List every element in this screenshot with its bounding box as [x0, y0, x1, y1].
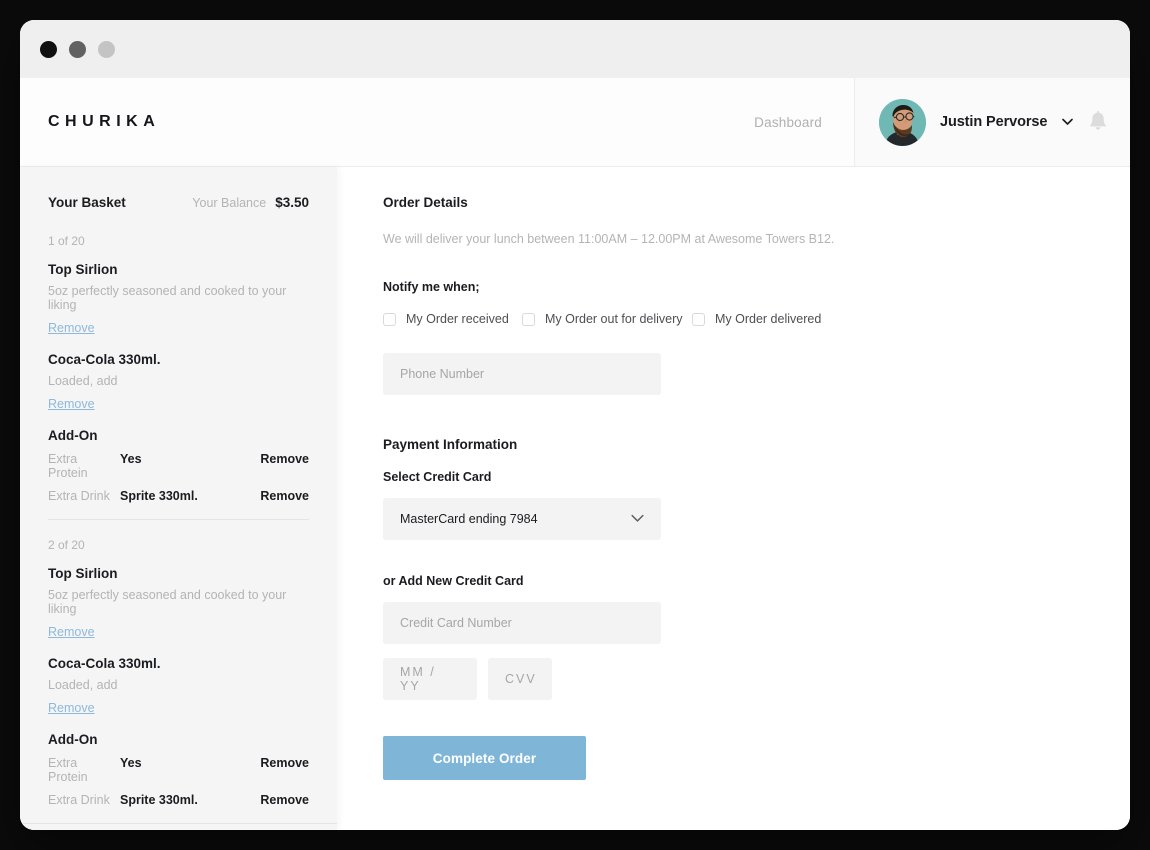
addon-key: Extra Drink	[48, 489, 110, 503]
basket-group: 2 of 20 Top Sirlion 5oz perfectly season…	[48, 538, 309, 807]
browser-window: CHURIKA Dashboard Justin Pervorse Your B…	[20, 20, 1130, 830]
add-new-card-label: or Add New Credit Card	[383, 574, 524, 588]
page-content: Your Basket Your Balance $3.50 1 of 20 T…	[20, 167, 1130, 830]
close-window-button[interactable]	[40, 40, 57, 58]
basket-item: Top Sirlion 5oz perfectly seasoned and c…	[48, 262, 309, 352]
expiry-date-input[interactable]: MM / YY	[383, 658, 477, 700]
avatar-photo-icon	[879, 98, 926, 146]
basket-title: Your Basket	[48, 195, 126, 210]
item-name: Top Sirlion	[48, 566, 118, 581]
delivery-note: We will deliver your lunch between 11:00…	[383, 232, 835, 246]
addon-key: Extra Protein	[48, 452, 88, 480]
addon-key: Extra Protein	[48, 756, 88, 784]
checkbox-order-received[interactable]: My Order received	[383, 312, 522, 326]
group-index-label: 1 of 20	[48, 234, 85, 248]
checkbox-order-out-for-delivery[interactable]: My Order out for delivery	[522, 312, 692, 326]
order-details-panel: Order Details We will deliver your lunch…	[337, 167, 1130, 830]
addon-title: Add-On	[48, 732, 98, 747]
app-header: CHURIKA Dashboard Justin Pervorse	[20, 78, 1130, 167]
minimize-window-button[interactable]	[69, 40, 86, 58]
item-description: 5oz perfectly seasoned and cooked to you…	[48, 284, 287, 312]
remove-item-link[interactable]: Remove	[48, 397, 95, 411]
brand-logo[interactable]: CHURIKA	[48, 113, 160, 131]
addon-value: Yes	[120, 756, 142, 770]
notify-label: Notify me when;	[383, 280, 480, 294]
phone-number-input[interactable]: Phone Number	[383, 353, 661, 395]
card-extra-fields: MM / YY CVV	[383, 658, 1130, 700]
checkbox-box-icon[interactable]	[383, 312, 396, 326]
cvv-input[interactable]: CVV	[488, 658, 552, 700]
group-index-label: 2 of 20	[48, 538, 85, 552]
addon-row: Extra Drink Sprite 330ml. Remove	[48, 489, 309, 503]
item-description: Loaded, add	[48, 678, 118, 692]
basket-sidebar: Your Basket Your Balance $3.50 1 of 20 T…	[20, 167, 337, 830]
basket-item: Coca-Cola 330ml. Loaded, add Remove	[48, 656, 309, 732]
main-nav: Dashboard	[754, 78, 854, 166]
addon-title: Add-On	[48, 428, 98, 443]
item-description: Loaded, add	[48, 374, 118, 388]
addon-row: Extra Protein Yes Remove	[48, 756, 309, 784]
addon-value: Sprite 330ml.	[120, 793, 198, 807]
nav-item-dashboard[interactable]: Dashboard	[754, 115, 822, 130]
remove-item-link[interactable]: Remove	[48, 701, 95, 715]
maximize-window-button[interactable]	[98, 40, 115, 58]
checkbox-label: My Order received	[406, 312, 509, 326]
item-name: Top Sirlion	[48, 262, 118, 277]
credit-card-select[interactable]: MasterCard ending 7984	[383, 498, 661, 540]
credit-card-number-input[interactable]: Credit Card Number	[383, 602, 661, 644]
addon-value: Sprite 330ml.	[120, 489, 198, 503]
remove-addon-button[interactable]: Remove	[260, 756, 309, 770]
select-credit-card-label: Select Credit Card	[383, 470, 492, 484]
window-titlebar	[20, 20, 1130, 78]
remove-addon-button[interactable]: Remove	[260, 452, 309, 466]
complete-order-button[interactable]: Complete Order	[383, 736, 586, 780]
totals-row: Churika Covers $30.00	[48, 824, 309, 830]
basket-group-divider	[48, 519, 309, 520]
checkbox-label: My Order delivered	[715, 312, 822, 326]
balance-label: Your Balance	[192, 196, 267, 210]
order-details-title: Order Details	[383, 195, 468, 210]
addon-row: Extra Protein Yes Remove	[48, 452, 309, 480]
basket-header: Your Basket Your Balance $3.50	[48, 195, 309, 210]
brand-zone: CHURIKA	[20, 78, 754, 166]
remove-addon-button[interactable]: Remove	[260, 793, 309, 807]
addon-row: Extra Drink Sprite 330ml. Remove	[48, 793, 309, 807]
remove-addon-button[interactable]: Remove	[260, 489, 309, 503]
balance-value: $3.50	[275, 195, 309, 210]
notification-bell-icon[interactable]	[1087, 110, 1109, 134]
checkbox-order-delivered[interactable]: My Order delivered	[692, 312, 821, 326]
checkbox-label: My Order out for delivery	[545, 312, 683, 326]
payment-information-title: Payment Information	[383, 437, 518, 452]
item-name: Coca-Cola 330ml.	[48, 352, 161, 367]
checkbox-box-icon[interactable]	[692, 312, 705, 326]
checkbox-box-icon[interactable]	[522, 312, 535, 326]
chevron-down-icon[interactable]	[631, 510, 644, 528]
remove-item-link[interactable]: Remove	[48, 321, 95, 335]
remove-item-link[interactable]: Remove	[48, 625, 95, 639]
user-menu[interactable]: Justin Pervorse	[854, 78, 1130, 166]
basket-group: 1 of 20 Top Sirlion 5oz perfectly season…	[48, 234, 309, 503]
addon-value: Yes	[120, 452, 142, 466]
basket-item: Coca-Cola 330ml. Loaded, add Remove	[48, 352, 309, 428]
selected-card-label: MasterCard ending 7984	[400, 512, 538, 526]
user-name-label: Justin Pervorse	[940, 114, 1048, 130]
notify-options: My Order received My Order out for deliv…	[383, 312, 1130, 326]
addon-key: Extra Drink	[48, 793, 110, 807]
basket-item: Top Sirlion 5oz perfectly seasoned and c…	[48, 566, 309, 656]
item-description: 5oz perfectly seasoned and cooked to you…	[48, 588, 287, 616]
balance-block: Your Balance $3.50	[192, 195, 309, 210]
avatar[interactable]	[879, 98, 926, 146]
item-name: Coca-Cola 330ml.	[48, 656, 161, 671]
chevron-down-icon[interactable]	[1062, 113, 1074, 131]
